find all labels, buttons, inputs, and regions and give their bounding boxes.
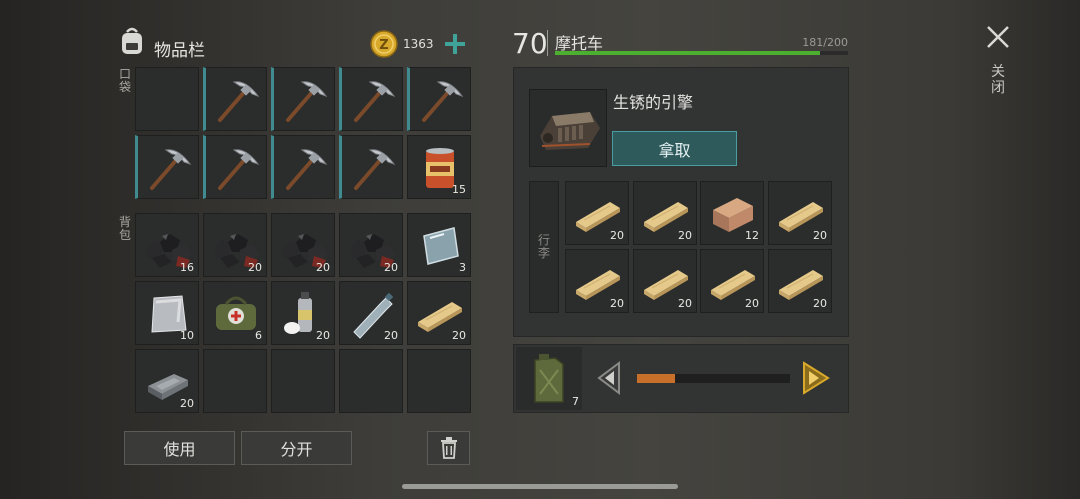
item-count: 20 bbox=[316, 329, 330, 342]
pocket-label: 口袋 bbox=[118, 67, 131, 94]
item-slot[interactable] bbox=[203, 135, 267, 199]
item-count: 20 bbox=[384, 329, 398, 342]
item-slot[interactable]: 20 bbox=[339, 281, 403, 345]
item-slot[interactable] bbox=[271, 135, 335, 199]
item-slot[interactable]: 16 bbox=[135, 213, 199, 277]
item-slot[interactable]: 20 bbox=[407, 281, 471, 345]
item-count: 20 bbox=[745, 297, 759, 310]
item-slot[interactable]: 20 bbox=[768, 181, 832, 245]
coin-icon: Z bbox=[370, 30, 398, 58]
plus-icon bbox=[445, 34, 465, 54]
item-count: 20 bbox=[384, 261, 398, 274]
item-count: 20 bbox=[678, 229, 692, 242]
item-count: 20 bbox=[813, 297, 827, 310]
durability-bar-fill bbox=[555, 51, 821, 55]
fuel-decrease-button[interactable] bbox=[595, 361, 625, 395]
split-button[interactable]: 分开 bbox=[241, 431, 352, 465]
durability-bar bbox=[555, 51, 848, 55]
inventory-title: 物品栏 bbox=[154, 41, 205, 61]
item-slot[interactable]: 20 bbox=[565, 181, 629, 245]
coin-count: 1363 bbox=[403, 37, 434, 51]
item-slot[interactable]: 20 bbox=[271, 281, 335, 345]
item-slot[interactable]: 15 bbox=[407, 135, 471, 199]
item-slot[interactable]: 20 bbox=[768, 249, 832, 313]
item-slot[interactable] bbox=[271, 67, 335, 131]
arrow-right-icon bbox=[803, 361, 830, 395]
close-button[interactable] bbox=[985, 24, 1011, 50]
fuel-bar bbox=[637, 374, 790, 383]
item-count: 20 bbox=[452, 329, 466, 342]
item-count: 20 bbox=[678, 297, 692, 310]
item-slot[interactable]: 20 bbox=[339, 213, 403, 277]
durability-text: 181/200 bbox=[802, 36, 848, 49]
item-slot[interactable] bbox=[407, 67, 471, 131]
item-count: 20 bbox=[813, 229, 827, 242]
level-divider bbox=[547, 30, 548, 56]
item-count: 20 bbox=[180, 397, 194, 410]
fuel-increase-button[interactable] bbox=[798, 361, 832, 395]
engine-slot[interactable] bbox=[529, 89, 607, 167]
use-button[interactable]: 使用 bbox=[124, 431, 235, 465]
item-count: 20 bbox=[248, 261, 262, 274]
item-slot[interactable] bbox=[339, 135, 403, 199]
empty-slot[interactable] bbox=[135, 67, 199, 131]
take-button[interactable]: 拿取 bbox=[612, 131, 737, 166]
item-slot[interactable]: 20 bbox=[135, 349, 199, 413]
item-count: 3 bbox=[459, 261, 466, 274]
item-slot[interactable]: 10 bbox=[135, 281, 199, 345]
item-count: 20 bbox=[610, 229, 624, 242]
item-slot[interactable]: 20 bbox=[565, 249, 629, 313]
empty-slot[interactable] bbox=[339, 349, 403, 413]
item-count: 10 bbox=[180, 329, 194, 342]
rusty-engine-icon bbox=[540, 112, 600, 150]
empty-slot[interactable] bbox=[407, 349, 471, 413]
item-slot[interactable]: 20 bbox=[633, 181, 697, 245]
empty-slot[interactable] bbox=[271, 349, 335, 413]
close-icon bbox=[987, 26, 1009, 48]
part-name: 生锈的引擎 bbox=[613, 93, 694, 112]
add-coins-button[interactable] bbox=[444, 32, 466, 56]
backpack-label: 背包 bbox=[118, 215, 131, 242]
item-slot[interactable]: 20 bbox=[700, 249, 764, 313]
item-count: 20 bbox=[610, 297, 624, 310]
item-slot[interactable] bbox=[135, 135, 199, 199]
empty-slot[interactable] bbox=[203, 349, 267, 413]
item-slot[interactable]: 20 bbox=[633, 249, 697, 313]
home-indicator bbox=[402, 484, 678, 489]
vehicle-level: 70 bbox=[512, 27, 548, 60]
fuel-bar-fill bbox=[637, 374, 676, 383]
item-count: 16 bbox=[180, 261, 194, 274]
item-slot[interactable] bbox=[203, 67, 267, 131]
arrow-left-icon bbox=[597, 361, 620, 395]
item-slot[interactable]: 3 bbox=[407, 213, 471, 277]
backpack-icon bbox=[118, 26, 146, 56]
trash-icon bbox=[440, 437, 457, 459]
fuel-slot[interactable]: 7 bbox=[516, 347, 582, 410]
item-slot[interactable]: 12 bbox=[700, 181, 764, 245]
jerrycan-icon bbox=[534, 354, 564, 403]
item-count: 6 bbox=[255, 329, 262, 342]
item-count: 20 bbox=[316, 261, 330, 274]
item-count: 12 bbox=[745, 229, 759, 242]
item-slot[interactable]: 6 bbox=[203, 281, 267, 345]
close-label[interactable]: 关闭 bbox=[990, 64, 1006, 96]
trash-button[interactable] bbox=[427, 431, 470, 465]
item-slot[interactable]: 20 bbox=[271, 213, 335, 277]
fuel-count: 7 bbox=[572, 395, 579, 408]
item-count: 15 bbox=[452, 183, 466, 196]
svg-text:Z: Z bbox=[379, 38, 388, 53]
item-slot[interactable] bbox=[339, 67, 403, 131]
luggage-label: 行李 bbox=[537, 233, 550, 260]
item-slot[interactable]: 20 bbox=[203, 213, 267, 277]
